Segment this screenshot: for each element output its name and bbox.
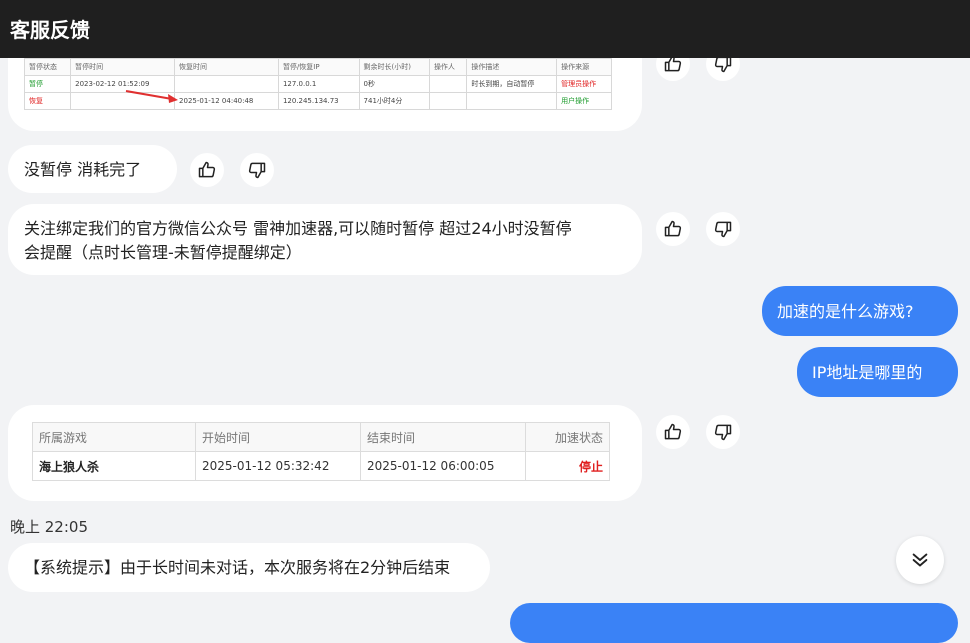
table-cell: 管理员操作: [556, 75, 612, 93]
table-header-cell: 结束时间: [360, 422, 526, 452]
thumbs-down-icon: [714, 221, 732, 238]
thumbs-down-icon: [714, 424, 732, 441]
thumbs-up-icon: [664, 220, 682, 237]
table-header-cell: 操作来源: [556, 58, 612, 76]
table-header-cell: 加速状态: [525, 422, 610, 452]
table-header-cell: 剩余时长(小时): [358, 58, 430, 76]
table-cell: 2025-01-12 06:00:05: [360, 451, 526, 481]
table-header-cell: 操作人: [428, 58, 468, 76]
table-cell: 0秒: [358, 75, 430, 93]
message-text-line: 关注绑定我们的官方微信公众号 雷神加速器,可以随时暂停 超过24小时没暂停: [24, 219, 572, 238]
table-cell: 127.0.0.1: [277, 75, 360, 93]
pause-record-table: 暂停状态 暂停时间 恢复时间 暂停/恢复IP 剩余时长(小时) 操作人 操作描述…: [23, 58, 612, 110]
table-cell: 2025-01-12 05:32:42: [195, 451, 361, 481]
table-header-cell: 暂停状态: [23, 58, 72, 76]
table-header-cell: 开始时间: [195, 422, 361, 452]
table-row: 恢复 2025-01-12 04:40:48 120.245.134.73 74…: [23, 92, 612, 110]
like-button[interactable]: [656, 212, 690, 246]
user-message-bubble-partial: [510, 603, 958, 643]
dislike-button[interactable]: [706, 212, 740, 246]
message-bubble: 关注绑定我们的官方微信公众号 雷神加速器,可以随时暂停 超过24小时没暂停 会提…: [8, 204, 642, 275]
table-cell: [174, 75, 279, 93]
table-header-cell: 操作描述: [466, 58, 558, 76]
message-text-line: 会提醒（点时长管理-未暂停提醒绑定）: [24, 243, 302, 262]
table-cell: 时长到期，自动暂停: [466, 75, 558, 93]
table-header-cell: 暂停时间: [70, 58, 176, 76]
table-cell: [428, 75, 468, 93]
table-cell: [466, 92, 558, 110]
table-cell: 741小时4分: [358, 92, 430, 110]
user-message-bubble: 加速的是什么游戏?: [762, 286, 958, 336]
status-stopped: 停止: [525, 451, 610, 481]
table-header-cell: 恢复时间: [174, 58, 279, 76]
accelerated-game-table: 所属游戏 开始时间 结束时间 加速状态 海上狼人杀 2025-01-12 05:…: [32, 422, 610, 481]
page-title: 客服反馈: [10, 18, 90, 42]
table-cell: 120.245.134.73: [277, 92, 360, 110]
thumbs-down-icon: [248, 162, 266, 179]
thumbs-up-icon: [198, 161, 216, 178]
table-cell: 恢复: [23, 92, 72, 110]
message-text: IP地址是哪里的: [812, 363, 923, 382]
user-message-bubble: IP地址是哪里的: [797, 347, 958, 397]
message-text: 【系统提示】由于长时间未对话，本次服务将在2分钟后结束: [24, 558, 451, 577]
table-header-row: 所属游戏 开始时间 结束时间 加速状态: [32, 422, 610, 452]
system-message-bubble: 【系统提示】由于长时间未对话，本次服务将在2分钟后结束: [8, 543, 490, 592]
thumbs-up-icon: [664, 423, 682, 440]
chevron-double-down-icon: [912, 553, 928, 567]
table-header-cell: 暂停/恢复IP: [277, 58, 360, 76]
dislike-button[interactable]: [706, 415, 740, 449]
table-row: 暂停 2023-02-12 01:52:09 127.0.0.1 0秒 时长到期…: [23, 75, 612, 93]
table-header-row: 暂停状态 暂停时间 恢复时间 暂停/恢复IP 剩余时长(小时) 操作人 操作描述…: [23, 58, 612, 76]
scroll-to-bottom-button[interactable]: [896, 536, 944, 584]
table-cell: 2025-01-12 04:40:48: [174, 92, 279, 110]
message-bubble: 没暂停 消耗完了: [8, 145, 177, 193]
table-cell: 用户操作: [556, 92, 612, 110]
table-cell: [428, 92, 468, 110]
table-header-cell: 所属游戏: [32, 422, 196, 452]
message-text: 加速的是什么游戏?: [777, 302, 914, 321]
red-arrow-icon: [125, 90, 178, 103]
table-cell: 海上狼人杀: [32, 451, 196, 481]
message-timestamp: 晚上 22:05: [10, 518, 88, 536]
like-button[interactable]: [656, 415, 690, 449]
app-header: 客服反馈: [0, 0, 970, 58]
dislike-button[interactable]: [240, 153, 274, 187]
table-cell: 暂停: [23, 75, 72, 93]
message-text: 没暂停 消耗完了: [24, 160, 142, 179]
table-row: 海上狼人杀 2025-01-12 05:32:42 2025-01-12 06:…: [32, 451, 610, 481]
like-button[interactable]: [190, 153, 224, 187]
